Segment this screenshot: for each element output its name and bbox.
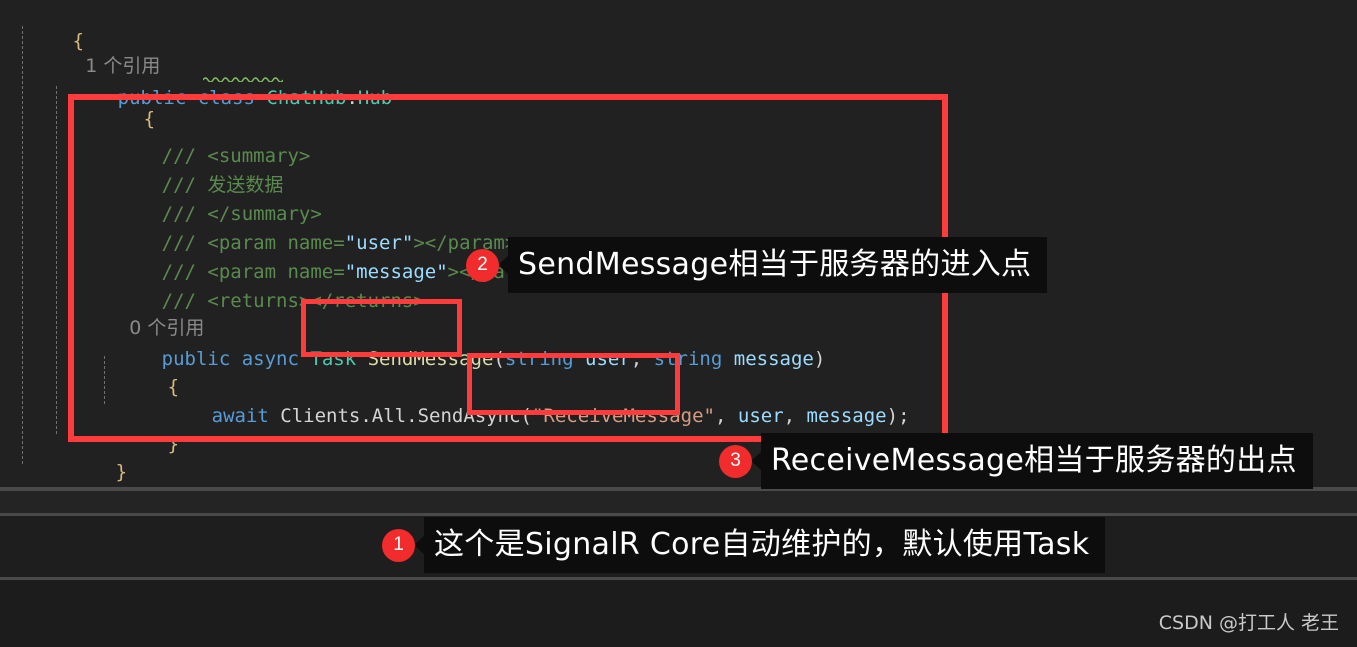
token-doc-param-gt: > — [447, 261, 460, 283]
token-string-receivemessage: "ReceiveMessage" — [531, 405, 715, 427]
editor-bottom-panel-lower — [0, 580, 1357, 647]
token-brace: } — [167, 433, 180, 455]
token-keyword-class: class — [197, 87, 255, 109]
token-paren-close: ) — [813, 348, 826, 370]
error-squiggle-icon — [203, 77, 283, 82]
token-semicolon: ; — [898, 405, 910, 427]
token-keyword-string: string — [504, 348, 574, 370]
callout-text-3: ReceiveMessage相当于服务器的出点 — [761, 433, 1313, 489]
token-type-chathub: ChatHub — [266, 87, 347, 109]
token-colon: : — [346, 87, 358, 109]
token-type-hub: Hub — [357, 87, 393, 109]
token-param-message: message — [733, 348, 814, 370]
screenshot-root: { 1 个引用 public class ChatHub:Hub { /// <… — [0, 0, 1357, 647]
token-paren-close: ) — [886, 405, 899, 427]
token-doc-returns: <returns></returns> — [207, 290, 425, 312]
token-method-sendmessage: SendMessage — [367, 348, 494, 370]
callout-arrow-icon — [751, 451, 762, 471]
token-paren-open: ( — [493, 348, 505, 370]
callout-sendmessage-entry[interactable]: 2 SendMessage相当于服务器的进入点 — [466, 237, 1048, 293]
callout-signalr-task[interactable]: 1 这个是SignalR Core自动维护的，默认使用Task — [382, 517, 1106, 573]
token-arg-user: user — [737, 405, 784, 427]
token-arg-message: message — [806, 405, 887, 427]
callout-text-2: SendMessage相当于服务器的进入点 — [508, 237, 1048, 293]
callout-arrow-icon — [498, 255, 509, 275]
callout-badge-2: 2 — [466, 248, 499, 282]
callout-badge-3: 3 — [719, 444, 752, 478]
token-comma: , — [715, 405, 738, 427]
callout-receivemessage-exit[interactable]: 3 ReceiveMessage相当于服务器的出点 — [719, 433, 1313, 489]
token-param-user: user — [585, 348, 631, 370]
callout-badge-1: 1 — [382, 528, 415, 562]
token-type-task: Task — [310, 348, 357, 370]
token-keyword-string: string — [653, 348, 723, 370]
callout-text-1: 这个是SignalR Core自动维护的，默认使用Task — [424, 517, 1106, 573]
token-keyword-await: await — [211, 405, 269, 427]
indent-guide-level-1 — [22, 26, 24, 464]
token-comma: , — [630, 348, 654, 370]
editor-bottom-strip-1 — [0, 491, 1357, 513]
token-keyword-async: async — [241, 348, 299, 370]
token-brace: } — [115, 461, 128, 483]
callout-arrow-icon — [414, 535, 425, 555]
token-paren-open: ( — [520, 405, 532, 427]
token-comma: , — [783, 405, 807, 427]
token-clients-chain: Clients.All.SendAsync — [280, 405, 521, 427]
csdn-watermark: CSDN @打工人 老王 — [1158, 612, 1339, 634]
